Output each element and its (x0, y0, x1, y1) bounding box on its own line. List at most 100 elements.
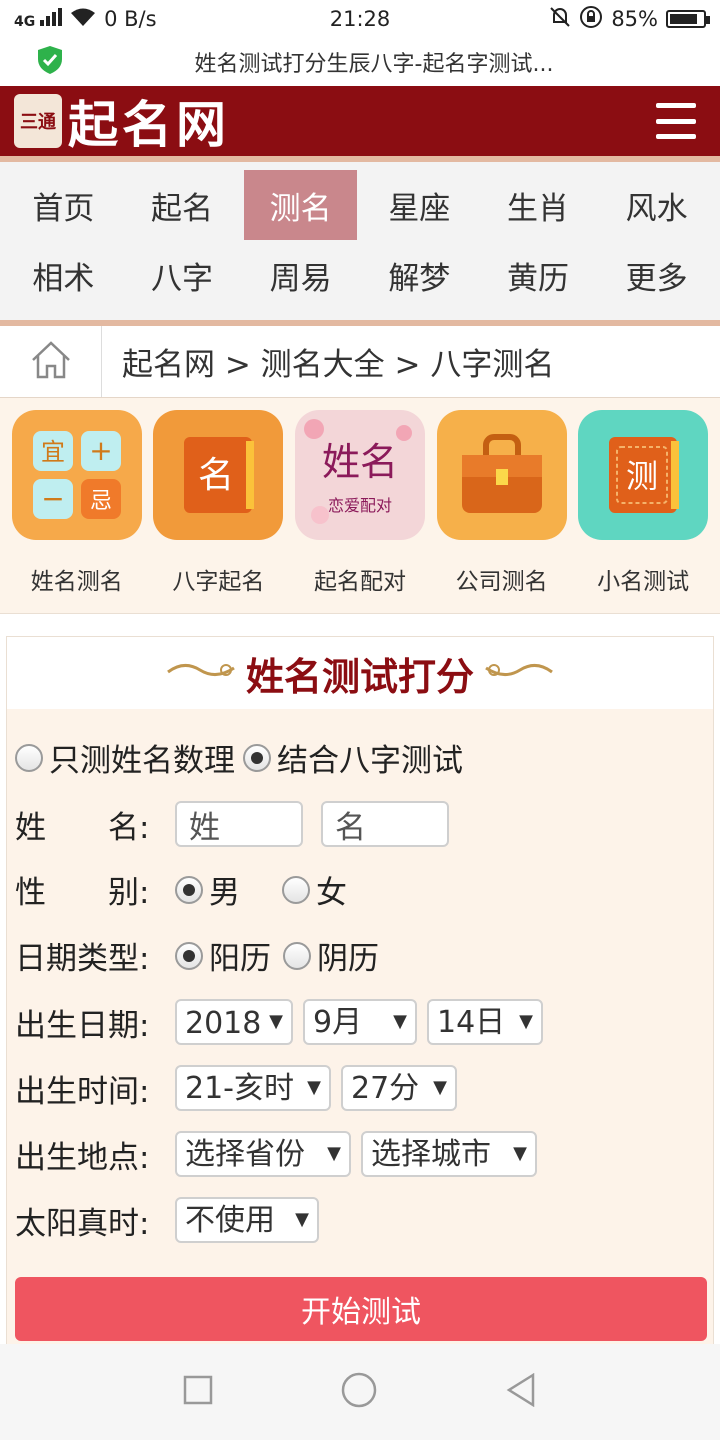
nav-item[interactable]: 黄历 (482, 240, 595, 310)
status-bar: 4G 0 B/s 21:28 85% (0, 0, 720, 38)
home-button[interactable] (0, 326, 102, 397)
gender-radio-1[interactable] (282, 875, 310, 904)
nav-item[interactable]: 生肖 (482, 170, 595, 240)
gender-option-male[interactable]: 男 (175, 867, 240, 912)
solar-time-value: 不使用 (185, 1203, 275, 1238)
status-left: 4G 0 B/s (14, 7, 294, 32)
dropdown-arrow-icon: ▼ (433, 1076, 447, 1098)
site-logo[interactable]: 三通 起名网 (14, 85, 230, 157)
love-match-icon: 姓名 恋爱配对 (294, 410, 425, 540)
nav-item[interactable]: 测名 (244, 170, 357, 240)
logo-text: 起名网 (68, 95, 230, 154)
birth-place-label: 出生地点: (15, 1139, 150, 1176)
nav-item[interactable]: 更多 (600, 240, 713, 310)
home-nav-button[interactable] (340, 1371, 378, 1413)
rotation-lock-icon (579, 5, 603, 34)
nav-item[interactable]: 八字 (126, 240, 239, 310)
date-type-radio-0[interactable] (175, 941, 203, 970)
page-title: 姓名测试打分生辰八字-起名字测试... (194, 52, 554, 77)
date-type-label: 日期类型: (15, 941, 150, 977)
city-value: 选择城市 (371, 1137, 491, 1172)
province-select[interactable]: 选择省份 ▼ (175, 1131, 351, 1177)
mode-label: 只测姓名数理 (49, 743, 235, 779)
solar-label: 阳历 (209, 941, 271, 977)
dropdown-arrow-icon: ▼ (393, 1010, 407, 1032)
nav-item[interactable]: 星座 (363, 170, 476, 240)
nav-item[interactable]: 起名 (126, 170, 239, 240)
hour-select[interactable]: 21-亥时 ▼ (175, 1065, 331, 1111)
app-name-test[interactable]: 宜 + − 忌 姓名测名 (11, 410, 143, 613)
app-label: 姓名测名 (30, 569, 123, 595)
dropdown-arrow-icon: ▼ (519, 1010, 533, 1032)
birth-date-label: 出生日期: (15, 1007, 150, 1044)
start-test-button[interactable]: 开始测试 (15, 1277, 707, 1341)
app-label: 小名测试 (597, 569, 690, 595)
back-button[interactable] (505, 1372, 537, 1411)
clock: 21:28 (329, 7, 391, 31)
signal-icon: 4G (14, 8, 63, 30)
dropdown-arrow-icon: ▼ (269, 1010, 283, 1032)
svg-text:名: 名 (198, 455, 234, 496)
app-nickname-test[interactable]: 测 小名测试 (577, 410, 709, 613)
gender-option-female[interactable]: 女 (282, 867, 347, 912)
main-nav: 首页 起名 测名 星座 生肖 风水相术 八字 周易 解梦 黄历 更多 (0, 162, 720, 320)
city-select[interactable]: 选择城市 ▼ (361, 1131, 537, 1177)
mode-radio-1[interactable] (243, 743, 271, 772)
date-type-lunar[interactable]: 阴历 (283, 933, 379, 978)
svg-text:宜: 宜 (41, 438, 65, 466)
right-ornament-icon (484, 658, 554, 689)
recent-apps-button[interactable] (183, 1375, 213, 1409)
date-type-radio-1[interactable] (283, 941, 311, 970)
breadcrumb-text[interactable]: 起名网 > 测名大全 > 八字测名 (102, 339, 554, 384)
name-book-icon: 名 (153, 410, 284, 540)
birth-time-label: 出生时间: (15, 1073, 150, 1110)
minute-select[interactable]: 27分 ▼ (341, 1065, 457, 1111)
birth-time-row: 出生时间: 21-亥时 ▼ 27分 ▼ (15, 1065, 467, 1111)
app-label: 公司测名 (455, 569, 548, 595)
name-label: 姓 名: (15, 809, 150, 846)
day-select[interactable]: 14日 ▼ (427, 999, 543, 1045)
date-type-row: 日期类型: 阳历 阴历 (15, 933, 421, 978)
gender-radio-0[interactable] (175, 875, 203, 904)
surname-input[interactable]: 姓 (175, 801, 303, 847)
province-value: 选择省份 (185, 1137, 305, 1172)
minute-value: 27分 (351, 1071, 420, 1106)
dropdown-arrow-icon: ▼ (307, 1076, 321, 1098)
month-select[interactable]: 9月 ▼ (303, 999, 417, 1045)
test-mode-group: 只测姓名数理 结合八字测试 (15, 735, 505, 780)
calendar-grid-icon: 宜 + − 忌 (11, 410, 142, 540)
feature-icon-row: 宜 + − 忌 姓名测名 名 八字起名 姓名 恋爱配对 起名配对 公司测名 测 小… (0, 398, 720, 614)
nav-item[interactable]: 风水 (600, 170, 713, 240)
nav-item[interactable]: 解梦 (363, 240, 476, 310)
mode-label: 结合八字测试 (277, 743, 463, 779)
app-label: 八字起名 (172, 569, 265, 595)
gender-female-label: 女 (316, 875, 347, 911)
birth-date-row: 出生日期: 2018 ▼ 9月 ▼ 14日 ▼ (15, 999, 553, 1045)
mode-option-name-only[interactable]: 只测姓名数理 (15, 735, 235, 780)
date-type-solar[interactable]: 阳历 (175, 933, 271, 978)
mode-radio-0[interactable] (15, 743, 43, 772)
logo-mark: 三通 (14, 94, 62, 148)
birth-place-row: 出生地点: 选择省份 ▼ 选择城市 ▼ (15, 1131, 547, 1177)
app-name-match[interactable]: 姓名 恋爱配对 起名配对 (294, 410, 426, 613)
nav-item[interactable]: 首页 (7, 170, 120, 240)
given-name-input[interactable]: 名 (321, 801, 449, 847)
day-value: 14日 (437, 1005, 506, 1040)
browser-address-bar[interactable]: 姓名测试打分生辰八字-起名字测试... (0, 38, 720, 86)
svg-text:−: − (41, 482, 64, 515)
app-bazi-naming[interactable]: 名 八字起名 (152, 410, 284, 613)
year-select[interactable]: 2018 ▼ (175, 999, 293, 1045)
svg-text:测: 测 (626, 457, 658, 495)
mode-option-bazi[interactable]: 结合八字测试 (243, 735, 463, 780)
svg-text:恋爱配对: 恋爱配对 (328, 496, 392, 515)
nav-item[interactable]: 相术 (7, 240, 120, 310)
form-title: 姓名测试打分 (245, 654, 474, 699)
nav-item[interactable]: 周易 (244, 240, 357, 310)
network-speed: 0 B/s (104, 7, 157, 31)
app-label: 起名配对 (313, 569, 406, 595)
solar-time-select[interactable]: 不使用 ▼ (175, 1197, 319, 1243)
home-icon (30, 340, 72, 384)
hamburger-menu-icon[interactable] (656, 103, 696, 139)
app-company-name[interactable]: 公司测名 (436, 410, 568, 613)
year-value: 2018 (185, 1006, 262, 1041)
